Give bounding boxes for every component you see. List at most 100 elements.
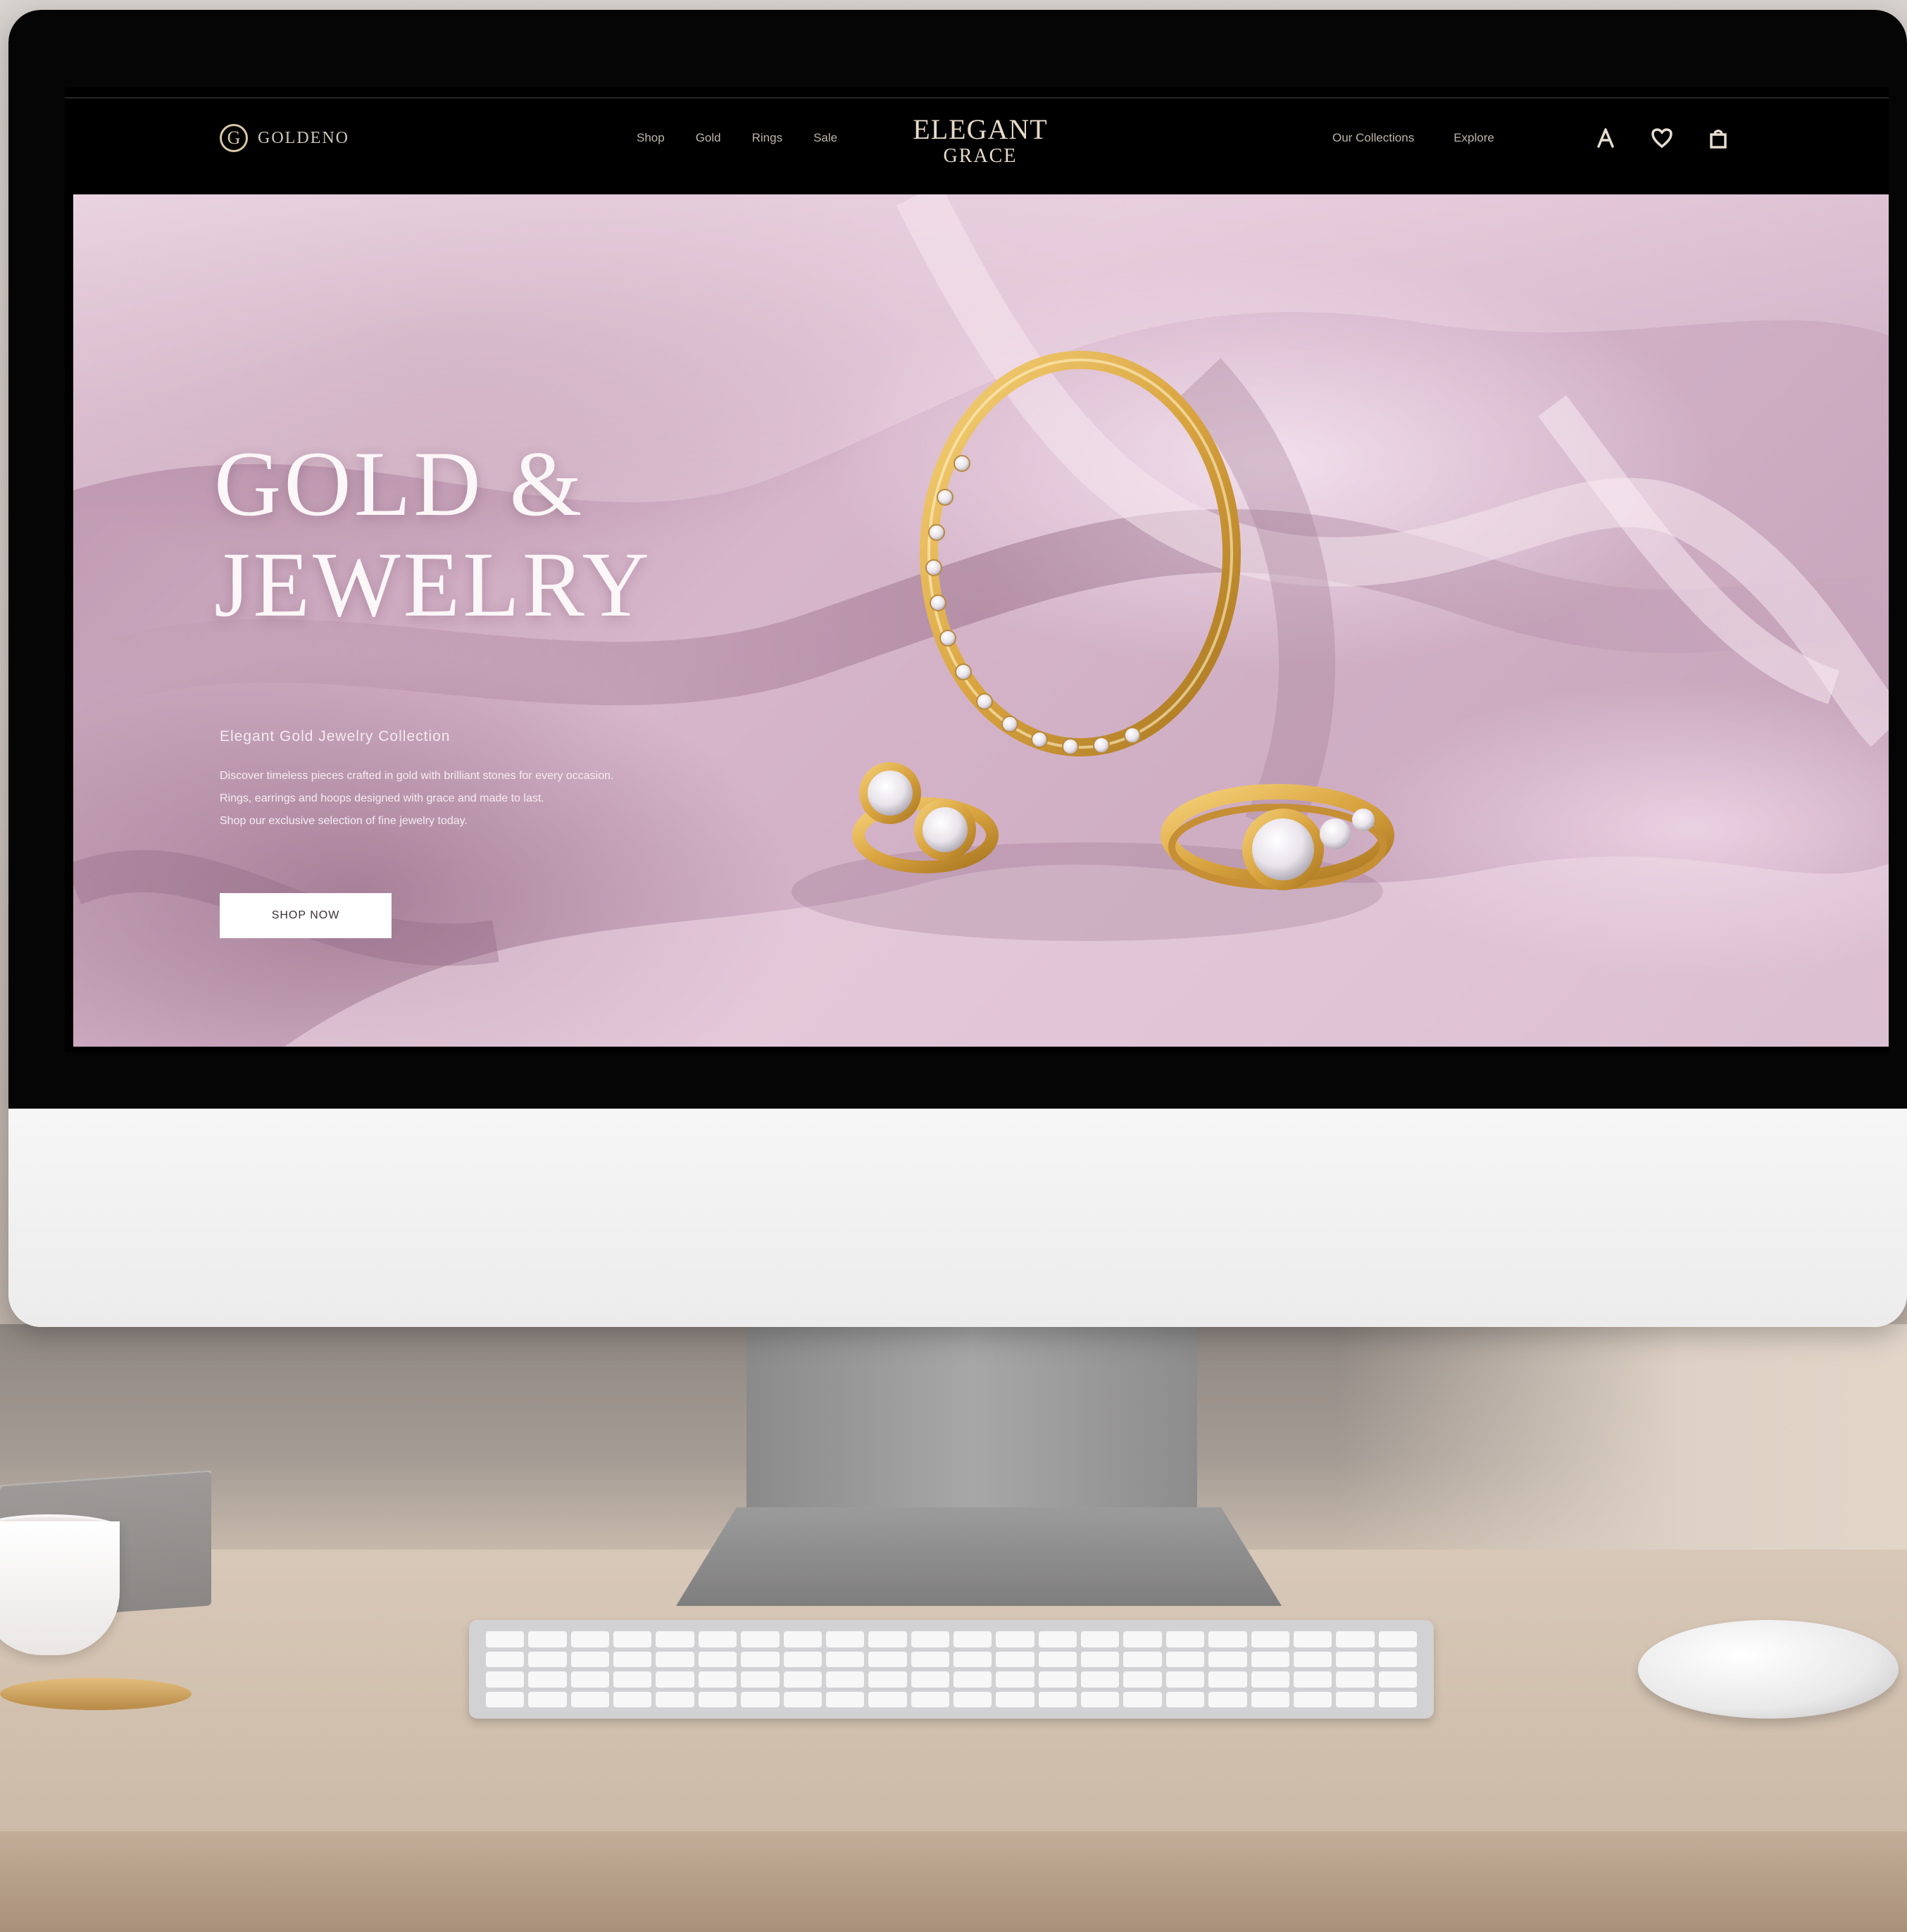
keyboard-key (1208, 1691, 1247, 1707)
keyboard-key (613, 1651, 652, 1667)
keyboard-key (1336, 1631, 1375, 1647)
keyboard-key (825, 1691, 865, 1707)
top-navigation: G GOLDENO Shop Gold Rings Sale ELEGANT G… (65, 87, 1889, 193)
keyboard-keys (486, 1631, 1417, 1707)
keyboard-key (528, 1671, 567, 1688)
keyboard-key (1038, 1671, 1077, 1688)
nav-link-rings[interactable]: Rings (752, 131, 782, 145)
keyboard-key (698, 1671, 737, 1688)
keyboard-key (911, 1651, 949, 1667)
nav-link-explore[interactable]: Explore (1453, 131, 1494, 145)
keyboard-key (698, 1651, 737, 1667)
keyboard-key (486, 1691, 525, 1707)
monitor-stand (746, 1327, 1197, 1538)
keyboard-key (656, 1671, 694, 1688)
shop-now-button[interactable]: SHOP NOW (220, 893, 392, 938)
keyboard-key (698, 1691, 737, 1707)
hero-title-line-2: JEWELRY (214, 532, 652, 636)
keyboard-key (1208, 1631, 1247, 1647)
bag-icon[interactable] (1706, 125, 1731, 151)
keyboard-key (1123, 1651, 1162, 1667)
keyboard-key (570, 1691, 610, 1707)
keyboard-key (486, 1631, 525, 1647)
keyboard-key (825, 1651, 865, 1667)
nav-links: Shop Gold Rings Sale (637, 131, 837, 145)
keyboard-key (996, 1671, 1034, 1688)
website-screen: G GOLDENO Shop Gold Rings Sale ELEGANT G… (65, 87, 1889, 1052)
keyboard-key (1165, 1651, 1205, 1667)
keyboard-key (953, 1691, 992, 1707)
keyboard-key (656, 1691, 694, 1707)
nav-right-links: Our Collections Explore (1332, 131, 1494, 145)
keyboard-key (1081, 1691, 1120, 1707)
keyboard-key (486, 1651, 525, 1667)
keyboard-key (1251, 1691, 1289, 1707)
heart-icon[interactable] (1649, 125, 1675, 151)
hero-description-line: Shop our exclusive selection of fine jew… (220, 815, 468, 827)
keyboard-key (1165, 1671, 1205, 1688)
keyboard-key (1123, 1631, 1162, 1647)
keyboard-key (868, 1651, 907, 1667)
hero-description: Discover timeless pieces crafted in gold… (220, 765, 727, 833)
keyboard-key (1378, 1691, 1417, 1707)
keyboard-key (741, 1691, 780, 1707)
hero-title-line-1: GOLD & (214, 432, 585, 535)
brand-mark-icon: G (220, 124, 248, 152)
keyboard-key (953, 1631, 992, 1647)
keyboard-key (1165, 1691, 1205, 1707)
brand-logo-left[interactable]: G GOLDENO (220, 124, 349, 152)
keyboard-key (1378, 1631, 1417, 1647)
keyboard-key (741, 1631, 780, 1647)
keyboard-key (528, 1691, 567, 1707)
keyboard-key (528, 1631, 567, 1647)
keyboard-key (741, 1671, 780, 1688)
monitor: G GOLDENO Shop Gold Rings Sale ELEGANT G… (8, 10, 1907, 1327)
keyboard-key (911, 1691, 949, 1707)
keyboard-key (783, 1671, 822, 1688)
keyboard-key (1336, 1691, 1375, 1707)
keyboard-key (1293, 1671, 1332, 1688)
keyboard-key (868, 1691, 907, 1707)
keyboard-key (996, 1631, 1034, 1647)
keyboard-key (1123, 1671, 1162, 1688)
keyboard-key (1081, 1651, 1120, 1667)
gold-coaster (0, 1678, 192, 1710)
keyboard-key (1208, 1651, 1247, 1667)
keyboard-key (1293, 1691, 1332, 1707)
desk-scene: G GOLDENO Shop Gold Rings Sale ELEGANT G… (0, 0, 1907, 1932)
nav-link-sale[interactable]: Sale (813, 131, 837, 145)
monitor-chin (8, 1109, 1907, 1327)
keyboard-key (825, 1671, 865, 1688)
keyboard-key (825, 1631, 865, 1647)
keyboard-key (1165, 1631, 1205, 1647)
keyboard-key (1293, 1631, 1332, 1647)
nav-link-collections[interactable]: Our Collections (1332, 131, 1414, 145)
site-logo[interactable]: ELEGANT GRACE (896, 116, 1065, 166)
nav-icons (1593, 125, 1731, 151)
hero-description-line: Discover timeless pieces crafted in gold… (220, 770, 614, 782)
keyboard-key (1251, 1631, 1289, 1647)
nav-divider (65, 97, 1889, 99)
nav-link-gold[interactable]: Gold (696, 131, 721, 145)
keyboard-key (953, 1671, 992, 1688)
keyboard-key (1378, 1651, 1417, 1667)
hero-description-line: Rings, earrings and hoops designed with … (220, 792, 544, 804)
user-icon[interactable] (1593, 125, 1618, 151)
keyboard-key (486, 1671, 525, 1688)
keyboard-key (613, 1631, 652, 1647)
keyboard (469, 1620, 1434, 1719)
desk-edge (0, 1831, 1907, 1932)
keyboard-key (1208, 1671, 1247, 1688)
keyboard-key (698, 1631, 737, 1647)
nav-link-shop[interactable]: Shop (637, 131, 665, 145)
keyboard-key (656, 1651, 694, 1667)
brand-name: GOLDENO (258, 128, 349, 147)
logo-line-1: ELEGANT (913, 113, 1048, 145)
keyboard-key (1081, 1631, 1120, 1647)
gold-jewelry-image (792, 351, 1394, 941)
hero-subtitle: Elegant Gold Jewelry Collection (220, 728, 451, 744)
keyboard-key (1378, 1671, 1417, 1688)
keyboard-key (1336, 1671, 1375, 1688)
keyboard-key (570, 1671, 610, 1688)
keyboard-key (953, 1651, 992, 1667)
